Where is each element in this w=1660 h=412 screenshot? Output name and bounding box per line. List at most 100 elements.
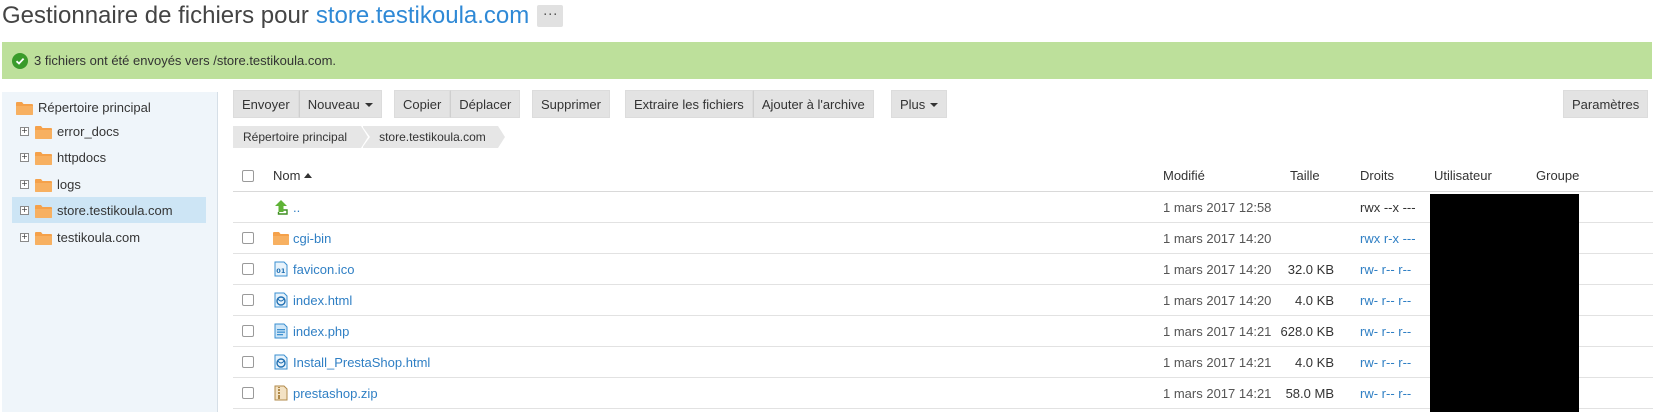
- name-cell: 01 favicon.ico: [273, 254, 354, 284]
- file-name[interactable]: prestashop.zip: [293, 386, 378, 401]
- tree-item-label: testikoula.com: [57, 229, 141, 245]
- folder-icon: [16, 101, 33, 115]
- tree-item-logs[interactable]: + logs: [12, 171, 206, 197]
- toolbar-group-more: Plus: [891, 90, 948, 118]
- page-title-prefix: Gestionnaire de fichiers pour: [2, 2, 309, 29]
- php-file-icon: [273, 323, 289, 339]
- move-button[interactable]: Déplacer: [450, 90, 521, 118]
- row-checkbox[interactable]: [242, 387, 254, 399]
- select-all-checkbox[interactable]: [242, 169, 254, 182]
- tree-item-label: logs: [57, 176, 81, 192]
- delete-button[interactable]: Supprimer: [532, 90, 610, 118]
- file-name[interactable]: cgi-bin: [293, 231, 331, 246]
- rights-link[interactable]: rw- r-- r--: [1360, 324, 1411, 339]
- zip-file-icon: [273, 385, 289, 401]
- more-button-label: Plus: [900, 96, 926, 112]
- folder-icon: [35, 151, 52, 165]
- toolbar-group-delete: Supprimer: [532, 90, 610, 118]
- rights-link[interactable]: rwx r-x ---: [1360, 231, 1416, 246]
- extract-button-label: Extraire les fichiers: [634, 96, 744, 112]
- column-size-header[interactable]: Taille: [1290, 160, 1320, 191]
- toolbar-group-settings: Paramètres: [1563, 90, 1649, 118]
- select-all-checkbox-cell: [242, 160, 254, 191]
- file-name[interactable]: index.html: [293, 293, 352, 308]
- tree-item-httpdocs[interactable]: + httpdocs: [12, 144, 206, 170]
- column-group-header[interactable]: Groupe: [1536, 160, 1579, 191]
- tree-item-error-docs[interactable]: + error_docs: [12, 118, 206, 144]
- folder-icon: [35, 125, 52, 139]
- column-modified-header[interactable]: Modifié: [1163, 160, 1205, 191]
- row-checkbox-cell: [242, 223, 254, 253]
- delete-button-label: Supprimer: [541, 96, 601, 112]
- column-user-header[interactable]: Utilisateur: [1434, 160, 1492, 191]
- sort-ascending-icon: [304, 173, 313, 178]
- modified-cell: 1 mars 2017 14:21: [1163, 354, 1272, 370]
- up-arrow-icon: [273, 199, 289, 215]
- breadcrumb-root[interactable]: Répertoire principal: [233, 126, 371, 148]
- rights-cell: rw- r-- r--: [1360, 347, 1411, 377]
- folder-icon: [35, 204, 52, 218]
- more-options-button[interactable]: ···: [537, 5, 564, 27]
- copy-button[interactable]: Copier: [394, 90, 451, 118]
- expand-icon[interactable]: +: [20, 205, 29, 215]
- file-name[interactable]: Install_PrestaShop.html: [293, 355, 430, 370]
- row-checkbox[interactable]: [242, 232, 254, 244]
- rights-link[interactable]: rw- r-- r--: [1360, 293, 1411, 308]
- name-cell: index.html: [273, 285, 352, 315]
- column-name-header[interactable]: Nom: [273, 160, 313, 191]
- size-cell: 4.0 KB: [1294, 354, 1334, 370]
- column-rights-header[interactable]: Droits: [1360, 160, 1394, 191]
- new-button-label: Nouveau: [307, 96, 360, 112]
- name-cell: cgi-bin: [273, 223, 331, 253]
- rights-link[interactable]: rw- r-- r--: [1360, 355, 1411, 370]
- rights-cell: rw- r-- r--: [1360, 285, 1411, 315]
- rights-cell: rw- r-- r--: [1360, 316, 1411, 346]
- row-checkbox-cell: [242, 254, 254, 284]
- row-checkbox[interactable]: [242, 356, 254, 368]
- folder-icon: [35, 178, 52, 192]
- modified-cell: 1 mars 2017 14:21: [1163, 323, 1272, 339]
- expand-icon[interactable]: +: [20, 179, 29, 189]
- toolbar-group-upload: Envoyer Nouveau: [233, 90, 382, 118]
- settings-button-label: Paramètres: [1572, 96, 1640, 112]
- check-circle-icon: [12, 52, 28, 69]
- add-to-archive-button[interactable]: Ajouter à l'archive: [752, 90, 874, 118]
- breadcrumb-current[interactable]: store.testikoula.com: [363, 126, 505, 148]
- row-checkbox[interactable]: [242, 325, 254, 337]
- modified-cell: 1 mars 2017 12:58: [1163, 199, 1272, 215]
- tree-root[interactable]: Répertoire principal: [16, 100, 151, 115]
- row-checkbox-cell: [242, 285, 254, 315]
- file-name[interactable]: favicon.ico: [293, 262, 354, 277]
- move-button-label: Déplacer: [459, 96, 512, 112]
- new-dropdown-button[interactable]: Nouveau: [298, 90, 382, 118]
- modified-cell: 1 mars 2017 14:20: [1163, 292, 1272, 308]
- row-checkbox[interactable]: [242, 294, 254, 306]
- tree-item-testikoula[interactable]: + testikoula.com: [12, 224, 206, 250]
- expand-icon[interactable]: +: [20, 152, 29, 162]
- expand-icon[interactable]: +: [20, 126, 29, 136]
- rights-link[interactable]: rw- r-- r--: [1360, 386, 1411, 401]
- folder-icon: [35, 231, 52, 245]
- size-cell: 4.0 KB: [1294, 292, 1334, 308]
- settings-button[interactable]: Paramètres: [1563, 90, 1649, 118]
- file-name[interactable]: ..: [293, 200, 300, 215]
- rights-link[interactable]: rw- r-- r--: [1360, 262, 1411, 277]
- redacted-region: [1430, 194, 1579, 412]
- table-header: Nom Modifié Taille Droits Utilisateur Gr…: [233, 160, 1653, 192]
- tree-root-label: Répertoire principal: [38, 100, 151, 115]
- extract-button[interactable]: Extraire les fichiers: [625, 90, 753, 118]
- row-checkbox-cell: [242, 378, 254, 408]
- upload-button-label: Envoyer: [242, 96, 290, 112]
- upload-button[interactable]: Envoyer: [233, 90, 299, 118]
- page-title: Gestionnaire de fichiers pour store.test…: [2, 0, 564, 32]
- copy-button-label: Copier: [403, 96, 442, 112]
- more-dropdown-button[interactable]: Plus: [891, 90, 948, 118]
- page-title-domain[interactable]: store.testikoula.com: [316, 2, 529, 30]
- name-cell: ..: [273, 192, 300, 222]
- tree-item-store-testikoula[interactable]: + store.testikoula.com: [12, 197, 206, 223]
- rights-cell: rwx --x ---: [1360, 199, 1416, 215]
- expand-icon[interactable]: +: [20, 232, 29, 242]
- file-name[interactable]: index.php: [293, 324, 349, 339]
- row-checkbox[interactable]: [242, 263, 254, 275]
- toolbar-group-archive: Extraire les fichiers Ajouter à l'archiv…: [625, 90, 874, 118]
